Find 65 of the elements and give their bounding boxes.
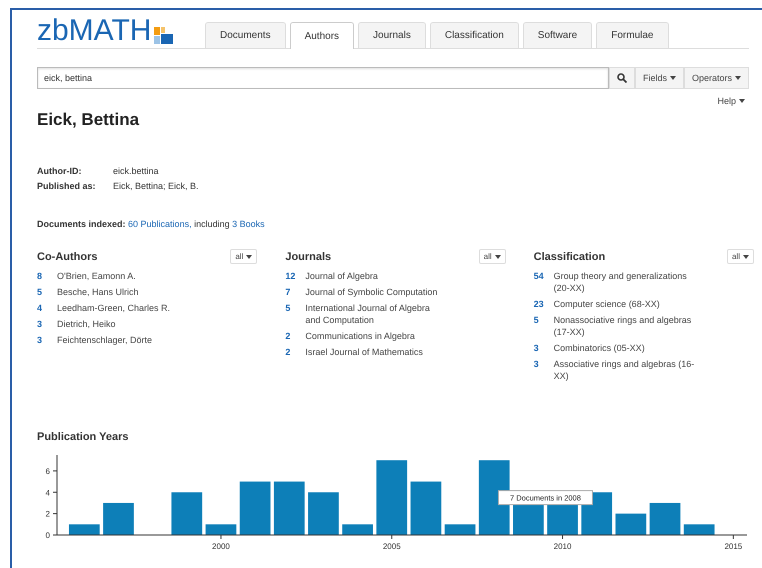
- field-label: Documents indexed:: [37, 219, 126, 229]
- list-item-link[interactable]: Israel Journal of Mathematics: [305, 346, 448, 358]
- list-item-link[interactable]: Dietrich, Heiko: [57, 318, 199, 330]
- count-link[interactable]: 23: [534, 298, 554, 310]
- x-tick-label: 2015: [724, 542, 742, 551]
- x-tick-label: 2000: [212, 542, 230, 551]
- count-link[interactable]: 2: [285, 330, 306, 342]
- count-link[interactable]: 12: [285, 270, 306, 282]
- count-link[interactable]: 3: [37, 318, 57, 330]
- count-link[interactable]: 54: [534, 270, 554, 294]
- list-item-link[interactable]: Journal of Algebra: [305, 270, 448, 282]
- list-item-link[interactable]: Combinatorics (05-XX): [554, 342, 696, 354]
- y-tick-label: 0: [46, 531, 50, 540]
- x-tick-label: 2005: [382, 542, 401, 551]
- chart-title: Publication Years: [37, 431, 130, 443]
- list-item-link[interactable]: International Journal of Algebra and Computation: [305, 302, 448, 326]
- help-menu[interactable]: Help: [713, 94, 749, 108]
- list-item-link[interactable]: Associative rings and algebras (16-XX): [554, 358, 696, 382]
- column-title: Co-Authors: [37, 250, 98, 262]
- filter-dropdown[interactable]: all: [230, 249, 258, 264]
- field-label: Author-ID:: [37, 166, 82, 176]
- count-link[interactable]: 7: [285, 286, 306, 298]
- list-item-link[interactable]: Leedham-Green, Charles R.: [57, 302, 199, 314]
- logo-text[interactable]: zbMATH: [37, 18, 152, 44]
- list-item-link[interactable]: O'Brien, Eamonn A.: [57, 270, 199, 282]
- dropdown-button[interactable]: Operators: [684, 67, 749, 89]
- list-item-link[interactable]: Besche, Hans Ulrich: [57, 286, 199, 298]
- y-tick-label: 4: [46, 488, 50, 498]
- field-value: Eick, Bettina; Eick, B.: [113, 181, 199, 191]
- search-field[interactable]: eick, bettina: [37, 67, 609, 89]
- field-value: eick.bettina: [113, 166, 159, 176]
- documents-link[interactable]: 60 Publications,: [128, 219, 192, 229]
- field-label: Published as:: [37, 181, 97, 191]
- count-link[interactable]: 5: [285, 302, 306, 326]
- author-name: Eick, Bettina: [37, 110, 140, 130]
- filter-dropdown[interactable]: all: [726, 249, 754, 264]
- count-link[interactable]: 3: [37, 334, 57, 346]
- list-item-link[interactable]: Group theory and generalizations (20-XX): [554, 270, 696, 294]
- dropdown-button[interactable]: Fields: [634, 67, 684, 89]
- count-link[interactable]: 8: [37, 270, 57, 282]
- count-link[interactable]: 4: [37, 302, 57, 314]
- nav-tab[interactable]: Documents: [205, 22, 286, 48]
- count-link[interactable]: 3: [534, 358, 554, 382]
- list-item-link[interactable]: Feichtenschlager, Dörte: [57, 334, 199, 346]
- count-link[interactable]: 5: [534, 314, 554, 338]
- count-link[interactable]: 5: [37, 286, 57, 298]
- count-link[interactable]: 3: [534, 342, 554, 354]
- y-tick-label: 6: [46, 466, 50, 476]
- column-title: Classification: [534, 250, 606, 262]
- list-item-link[interactable]: Journal of Symbolic Computation: [305, 286, 448, 298]
- x-tick-label: 2010: [554, 542, 572, 551]
- column-title: Journals: [285, 250, 332, 262]
- count-link[interactable]: 2: [285, 346, 306, 358]
- list-item-link[interactable]: Nonassociative rings and algebras (17-XX): [554, 314, 696, 338]
- y-tick-label: 2: [46, 510, 50, 519]
- nav-tab[interactable]: Formulae: [596, 22, 668, 48]
- nav-tab[interactable]: Authors: [290, 22, 354, 49]
- nav-tab[interactable]: Journals: [358, 22, 426, 48]
- nav-tab[interactable]: Software: [522, 22, 592, 48]
- documents-text: including: [193, 219, 231, 229]
- documents-link[interactable]: 3 Books: [232, 219, 265, 229]
- list-item-link[interactable]: Communications in Algebra: [305, 330, 448, 342]
- list-item-link[interactable]: Computer science (68-XX): [554, 298, 696, 310]
- nav-tab[interactable]: Classification: [430, 22, 519, 48]
- filter-dropdown[interactable]: all: [478, 249, 506, 264]
